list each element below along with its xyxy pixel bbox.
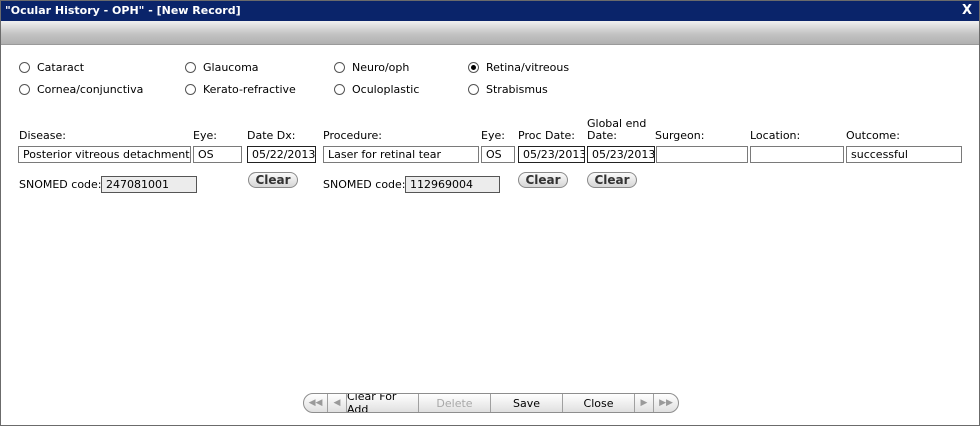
radio-cataract[interactable]: Cataract (19, 60, 84, 74)
record-nav-bar: ◀◀ ◀ Clear For Add Delete Save Close ▶ ▶… (303, 393, 679, 413)
snomed-disease-label: SNOMED code: (19, 178, 102, 191)
disease-input[interactable]: Posterior vitreous detachment (18, 146, 191, 163)
proc-date-input[interactable]: 05/23/2013 (518, 146, 585, 163)
save-button[interactable]: Save (491, 394, 563, 412)
radio-circle-icon[interactable] (334, 61, 345, 73)
surgeon-input[interactable] (656, 146, 748, 163)
eye-input[interactable]: OS (193, 146, 242, 163)
outcome-label: Outcome: (846, 129, 900, 142)
radio-circle-icon[interactable] (19, 61, 30, 73)
radio-label: Glaucoma (203, 60, 259, 74)
radio-glaucoma[interactable]: Glaucoma (185, 60, 259, 74)
radio-circle-icon[interactable] (334, 83, 345, 95)
clear-for-add-button[interactable]: Clear For Add (347, 394, 419, 412)
global-end-date-label-line2: Date: (587, 129, 617, 142)
eye-label: Eye: (193, 129, 217, 142)
clear-global-end-date-button[interactable]: Clear (587, 172, 637, 188)
proc-date-label: Proc Date: (518, 129, 575, 142)
radio-checked-icon[interactable] (468, 61, 479, 73)
radio-circle-icon[interactable] (468, 83, 479, 95)
radio-label: Oculoplastic (352, 82, 420, 96)
radio-circle-icon[interactable] (185, 61, 196, 73)
global-end-date-input[interactable]: 05/23/2013 (587, 146, 655, 163)
date-dx-input[interactable]: 05/22/2013 (247, 146, 316, 163)
last-record-button[interactable]: ▶▶ (654, 394, 678, 412)
proc-eye-label: Eye: (481, 129, 505, 142)
location-label: Location: (750, 129, 801, 142)
next-record-button[interactable]: ▶ (635, 394, 654, 412)
disease-label: Disease: (19, 129, 66, 142)
surgeon-label: Surgeon: (655, 129, 705, 142)
proc-eye-input[interactable]: OS (481, 146, 515, 163)
delete-button[interactable]: Delete (419, 394, 491, 412)
radio-label: Retina/vitreous (486, 60, 570, 74)
outcome-input[interactable]: successful (846, 146, 962, 163)
radio-oculoplastic[interactable]: Oculoplastic (334, 82, 419, 96)
procedure-input[interactable]: Laser for retinal tear (323, 146, 479, 163)
next-record-icon: ▶ (640, 398, 648, 408)
radio-label: Cornea/conjunctiva (37, 82, 144, 96)
radio-label: Strabismus (486, 82, 548, 96)
prev-record-icon: ◀ (333, 398, 341, 408)
procedure-label: Procedure: (323, 129, 382, 142)
radio-circle-icon[interactable] (19, 83, 30, 95)
snomed-procedure-label: SNOMED code: (323, 178, 406, 191)
first-record-button[interactable]: ◀◀ (304, 394, 328, 412)
prev-record-button[interactable]: ◀ (328, 394, 347, 412)
last-record-icon: ▶▶ (659, 398, 673, 408)
window-title: "Ocular History - OPH" - [New Record] (5, 4, 241, 17)
radio-kerato-refractive[interactable]: Kerato-refractive (185, 82, 296, 96)
snomed-procedure-code: 112969004 (405, 176, 500, 193)
radio-label: Neuro/oph (352, 60, 410, 74)
radio-circle-icon[interactable] (185, 83, 196, 95)
close-button[interactable]: Close (563, 394, 635, 412)
location-input[interactable] (750, 146, 844, 163)
ocular-history-window: "Ocular History - OPH" - [New Record] X … (0, 0, 980, 426)
clear-date-dx-button[interactable]: Clear (248, 172, 298, 188)
first-record-icon: ◀◀ (308, 398, 323, 408)
radio-neuro-oph[interactable]: Neuro/oph (334, 60, 409, 74)
radio-cornea-conjunctiva[interactable]: Cornea/conjunctiva (19, 82, 143, 96)
radio-strabismus[interactable]: Strabismus (468, 82, 548, 96)
clear-proc-date-button[interactable]: Clear (518, 172, 568, 188)
snomed-disease-code: 247081001 (101, 176, 197, 193)
radio-label: Cataract (37, 60, 85, 74)
title-bar: "Ocular History - OPH" - [New Record] X (1, 1, 979, 21)
close-icon[interactable]: X (960, 1, 974, 21)
toolbar-band (1, 21, 979, 45)
radio-label: Kerato-refractive (203, 82, 296, 96)
date-dx-label: Date Dx: (247, 129, 296, 142)
radio-retina-vitreous[interactable]: Retina/vitreous (468, 60, 569, 74)
